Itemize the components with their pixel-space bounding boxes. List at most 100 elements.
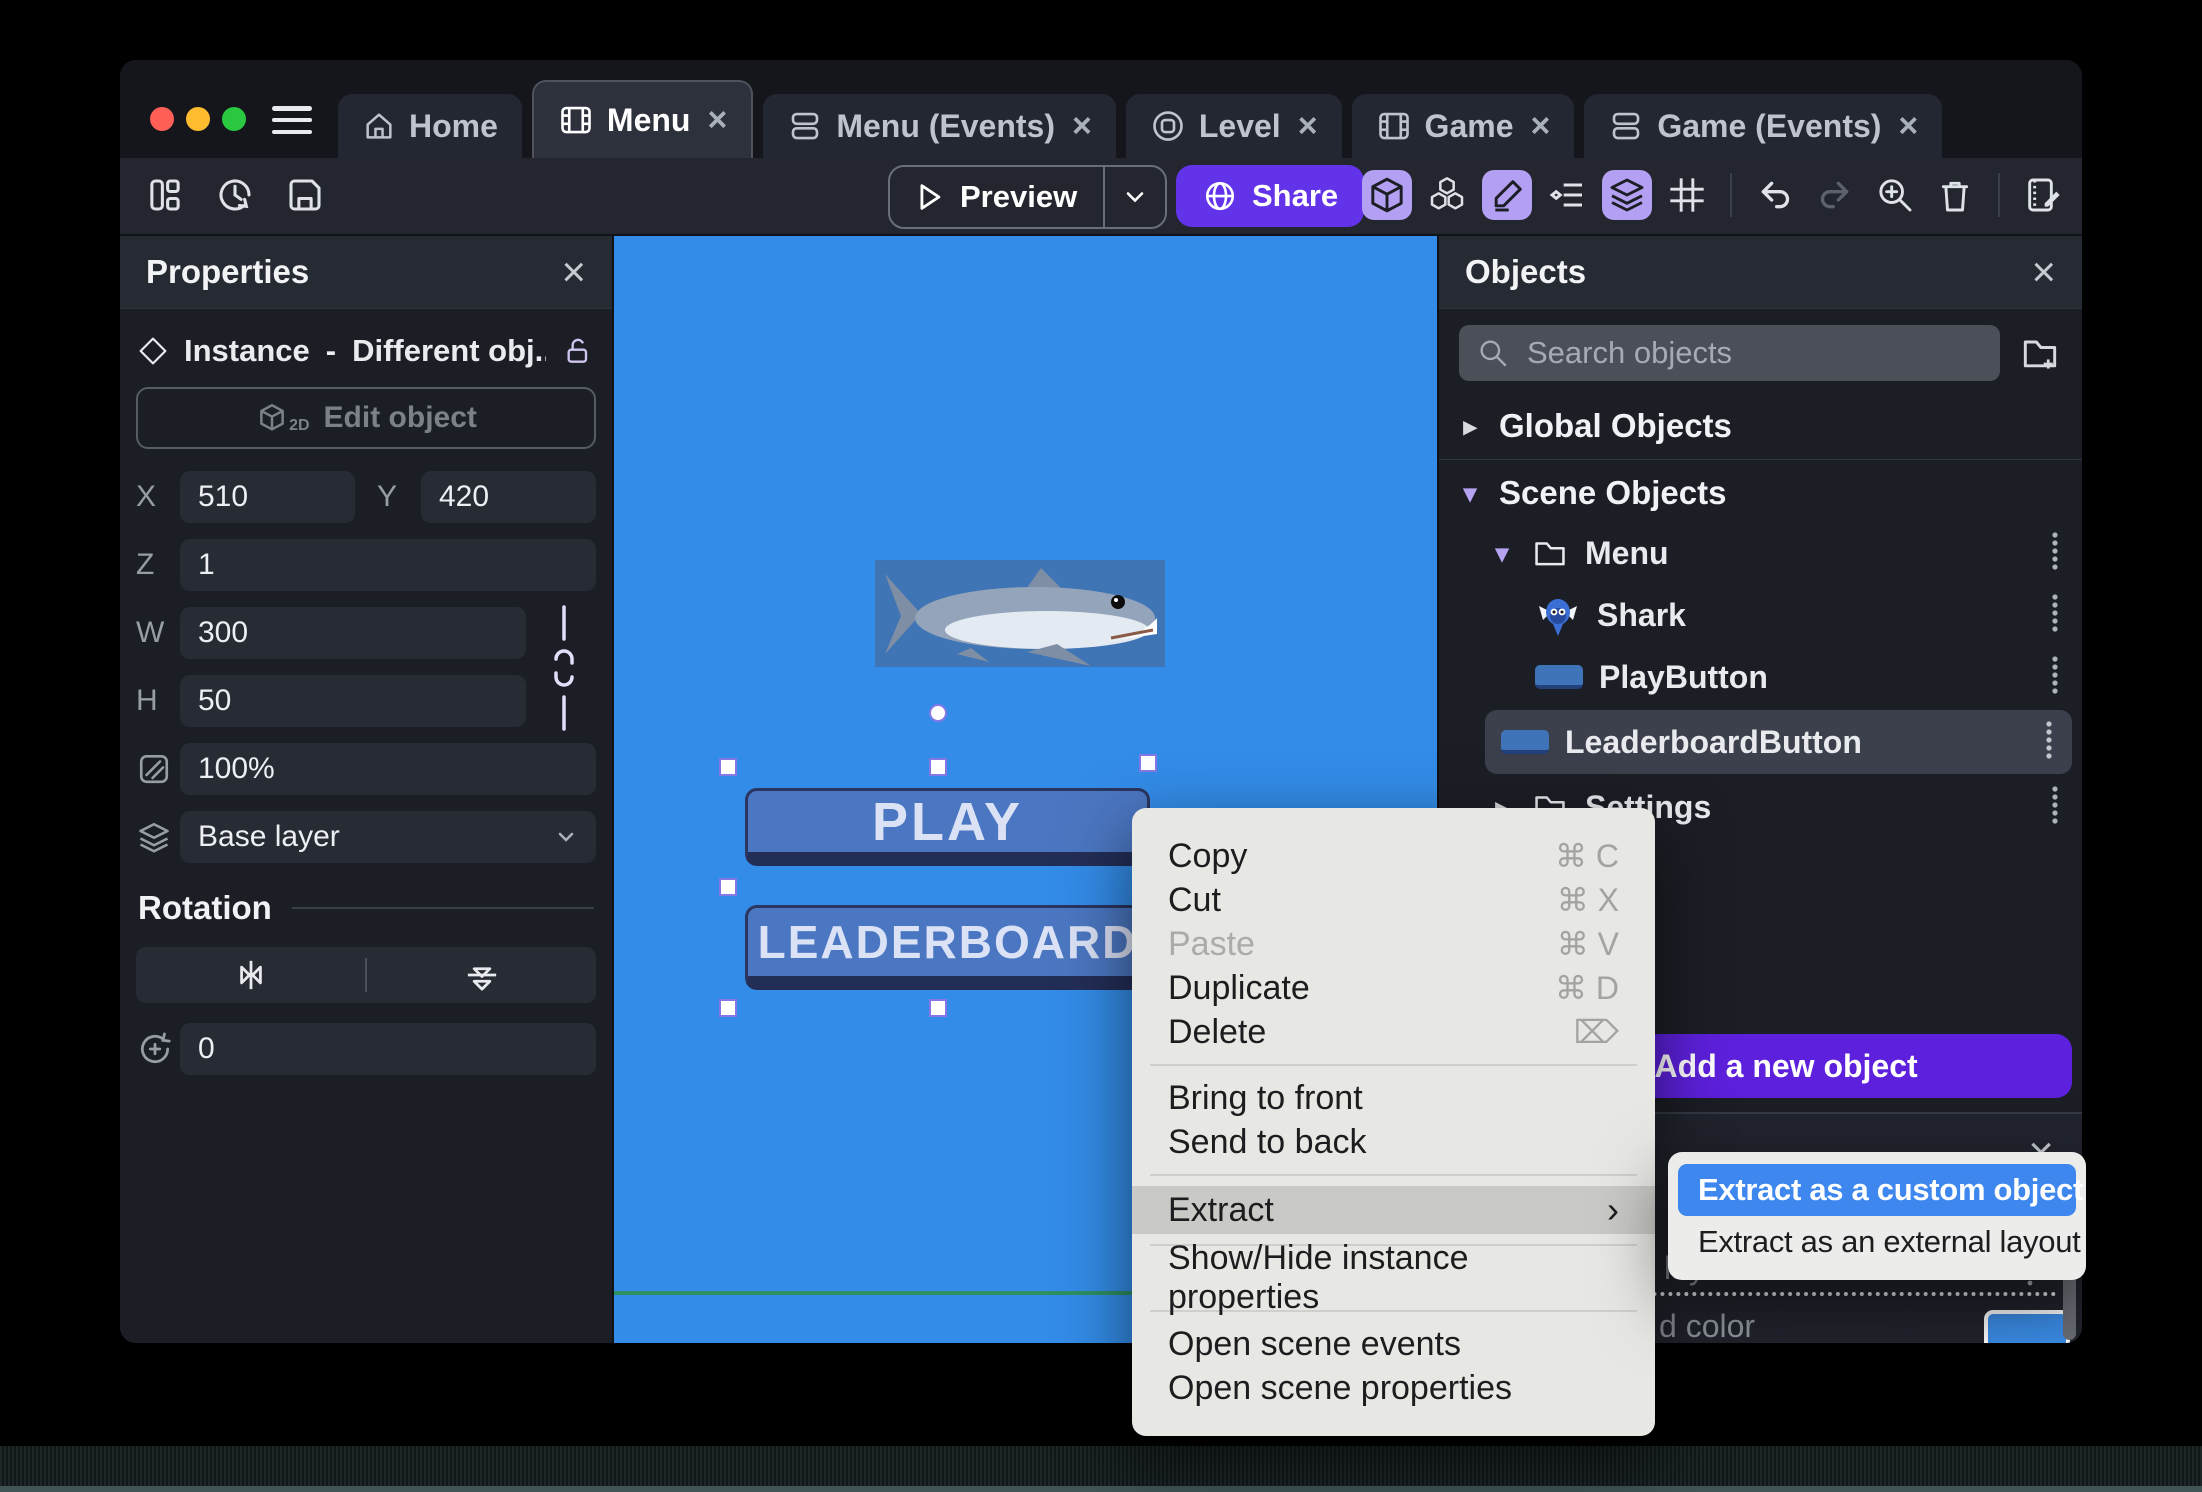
tab-game[interactable]: Game × xyxy=(1351,94,1575,158)
width-field[interactable] xyxy=(180,607,526,659)
layer-select[interactable]: Base layer xyxy=(180,811,596,863)
scene-objects-row[interactable]: ▾ Scene Objects xyxy=(1439,464,2082,522)
close-icon[interactable]: × xyxy=(707,101,727,140)
history-icon[interactable] xyxy=(210,170,260,220)
properties-header: Properties × xyxy=(120,236,612,309)
tab-home[interactable]: Home xyxy=(338,94,522,158)
shortcut: ⌘ C xyxy=(1555,838,1619,874)
grid-icon[interactable] xyxy=(1662,170,1712,220)
opacity-field[interactable] xyxy=(180,743,596,795)
y-label: Y xyxy=(377,480,398,513)
save-icon[interactable] xyxy=(280,170,330,220)
submenu-item-extract-custom-object[interactable]: Extract as a custom object xyxy=(1678,1164,2083,1216)
objects-search-row xyxy=(1439,309,2082,397)
close-icon[interactable]: × xyxy=(1530,107,1550,146)
selection-rotate-handle[interactable] xyxy=(929,704,947,722)
selection-handle-bottom-center[interactable] xyxy=(929,999,947,1017)
object-row-leaderboardbutton-selected[interactable]: LeaderboardButton xyxy=(1485,710,2072,774)
selection-handle-top-left[interactable] xyxy=(719,758,737,776)
delete-key-icon: ⌦ xyxy=(1573,1014,1619,1050)
selection-handle-middle-left[interactable] xyxy=(719,878,737,896)
object-row-shark[interactable]: Shark xyxy=(1439,584,2082,646)
edit-object-button[interactable]: 2D Edit object xyxy=(136,387,596,449)
y-field[interactable] xyxy=(421,471,596,523)
chevron-down-icon[interactable] xyxy=(1105,183,1165,211)
menu-item-duplicate[interactable]: Duplicate ⌘ D xyxy=(1132,966,1655,1010)
lock-open-icon[interactable] xyxy=(562,335,594,367)
share-label: Share xyxy=(1252,178,1339,213)
scene-properties-icon[interactable] xyxy=(2018,170,2068,220)
tab-menu-events[interactable]: Menu (Events) × xyxy=(763,94,1116,158)
menu-item-copy[interactable]: Copy ⌘ C xyxy=(1132,834,1655,878)
tab-menu[interactable]: Menu × xyxy=(531,80,754,158)
traffic-close-button[interactable] xyxy=(150,107,174,131)
rotation-field[interactable] xyxy=(180,1023,596,1075)
instance-title-row: Instance - Different obj... xyxy=(138,333,594,369)
selection-handle-top-center[interactable] xyxy=(929,758,947,776)
opacity-row xyxy=(136,743,596,795)
zoom-in-icon[interactable] xyxy=(1870,170,1920,220)
search-objects-input[interactable] xyxy=(1525,334,1982,372)
flip-horizontal-button[interactable] xyxy=(136,955,365,995)
redo-icon[interactable] xyxy=(1810,170,1860,220)
menu-item-paste[interactable]: Paste ⌘ V xyxy=(1132,922,1655,966)
menu-item-show-hide-instance-properties[interactable]: Show/Hide instance properties xyxy=(1132,1239,1655,1316)
tab-level[interactable]: Level × xyxy=(1125,94,1342,158)
traffic-zoom-button[interactable] xyxy=(222,107,246,131)
link-dimensions-icon[interactable] xyxy=(542,603,586,733)
kebab-menu-icon[interactable] xyxy=(2048,593,2062,637)
close-icon[interactable]: × xyxy=(1298,107,1318,146)
menu-item-cut[interactable]: Cut ⌘ X xyxy=(1132,878,1655,922)
objects-cubes-icon[interactable] xyxy=(1422,170,1472,220)
kebab-menu-icon[interactable] xyxy=(2048,531,2062,575)
main-menu-icon[interactable] xyxy=(272,106,312,134)
object-name: PlayButton xyxy=(1599,658,1768,695)
close-icon[interactable]: × xyxy=(2031,248,2056,296)
menu-item-open-scene-events[interactable]: Open scene events xyxy=(1132,1322,1655,1366)
layer-row: Base layer xyxy=(136,811,596,863)
new-folder-icon[interactable] xyxy=(2018,331,2062,375)
selection-handle-bottom-left[interactable] xyxy=(719,999,737,1017)
close-icon[interactable]: × xyxy=(561,248,586,296)
height-field[interactable] xyxy=(180,675,526,727)
z-field[interactable] xyxy=(180,539,596,591)
scene-icon xyxy=(558,102,594,138)
instances-list-icon[interactable] xyxy=(1542,170,1592,220)
tab-game-events[interactable]: Game (Events) × xyxy=(1584,94,1943,158)
close-icon[interactable]: × xyxy=(1898,107,1918,146)
button-thumbnail xyxy=(1535,665,1583,689)
undo-icon[interactable] xyxy=(1750,170,1800,220)
traffic-minimize-button[interactable] xyxy=(186,107,210,131)
menu-item-open-scene-properties[interactable]: Open scene properties xyxy=(1132,1366,1655,1410)
global-objects-row[interactable]: ▸ Global Objects xyxy=(1439,397,2082,455)
menu-item-delete[interactable]: Delete ⌦ xyxy=(1132,1010,1655,1054)
flip-vertical-button[interactable] xyxy=(367,955,596,995)
add-object-label: Add a new object xyxy=(1654,1047,1918,1084)
search-box[interactable] xyxy=(1459,325,2000,381)
play-button-instance[interactable]: PLAY xyxy=(745,788,1150,866)
close-icon[interactable]: × xyxy=(1072,107,1092,146)
menu-item-send-to-back[interactable]: Send to back xyxy=(1132,1120,1655,1164)
context-menu: Copy ⌘ C Cut ⌘ X Paste ⌘ V Duplicate ⌘ D Del… xyxy=(1132,808,1655,1436)
panels-layout-icon[interactable] xyxy=(140,170,190,220)
kebab-menu-icon[interactable] xyxy=(2048,655,2062,699)
selection-handle-top-right[interactable] xyxy=(1139,754,1157,772)
leaderboard-button-instance[interactable]: LEADERBOARD xyxy=(745,905,1150,990)
menu-item-bring-to-front[interactable]: Bring to front xyxy=(1132,1076,1655,1120)
trash-icon[interactable] xyxy=(1930,170,1980,220)
folder-row-menu[interactable]: ▾ Menu xyxy=(1439,522,2082,584)
kebab-menu-icon[interactable] xyxy=(2048,785,2062,829)
cube-3d-icon[interactable] xyxy=(1362,170,1412,220)
menu-item-extract[interactable]: Extract › xyxy=(1132,1186,1655,1234)
background-color-swatch[interactable] xyxy=(1984,1310,2070,1343)
edit-pencil-icon[interactable] xyxy=(1482,170,1532,220)
shark-sprite[interactable] xyxy=(875,560,1165,667)
submenu-item-extract-external-layout[interactable]: Extract as an external layout xyxy=(1678,1216,2081,1268)
preview-button[interactable]: Preview xyxy=(888,165,1168,229)
object-row-playbutton[interactable]: PlayButton xyxy=(1439,646,2082,708)
layers-icon[interactable] xyxy=(1602,170,1652,220)
x-field[interactable] xyxy=(180,471,355,523)
kebab-menu-icon[interactable] xyxy=(2042,720,2056,764)
share-button[interactable]: Share xyxy=(1176,165,1365,227)
instance-type-label: Instance xyxy=(184,333,310,368)
